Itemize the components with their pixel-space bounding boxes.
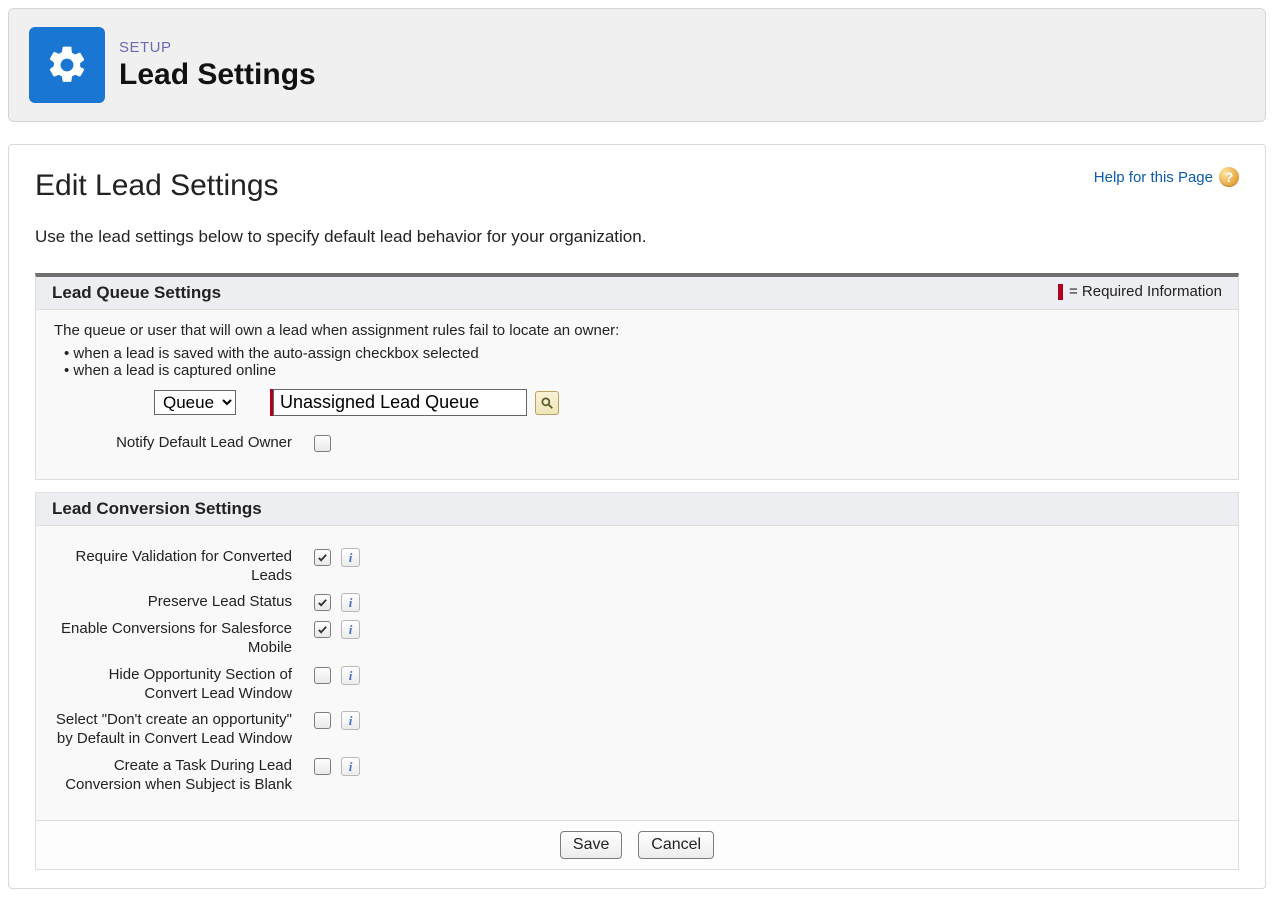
conversion-row: Require Validation for Converted Leads i [54, 544, 1220, 590]
save-button[interactable]: Save [560, 831, 622, 859]
page-title: Edit Lead Settings [35, 169, 279, 203]
conversion-label: Hide Opportunity Section of Convert Lead… [54, 662, 292, 708]
header-eyebrow: SETUP [119, 39, 316, 56]
lead-queue-settings-section: Lead Queue Settings = Required Informati… [35, 273, 1239, 480]
conversion-row: Preserve Lead Status i [54, 589, 1220, 616]
conversion-checkbox[interactable] [314, 667, 331, 684]
lead-conversion-settings-section: Lead Conversion Settings Require Validat… [35, 492, 1239, 822]
notify-default-owner-checkbox[interactable] [314, 435, 331, 452]
info-icon[interactable]: i [341, 548, 360, 567]
help-for-this-page-link[interactable]: Help for this Page ? [1094, 167, 1239, 187]
setup-header: SETUP Lead Settings [8, 8, 1266, 122]
intro-text: Use the lead settings below to specify d… [35, 227, 1239, 247]
conversion-label: Require Validation for Converted Leads [54, 544, 292, 590]
info-icon[interactable]: i [341, 757, 360, 776]
conversion-label: Enable Conversions for Salesforce Mobile [54, 616, 292, 662]
conversion-label: Create a Task During Lead Conversion whe… [54, 753, 292, 799]
conversion-checkbox[interactable] [314, 549, 331, 566]
help-link-text: Help for this Page [1094, 169, 1213, 186]
header-title: Lead Settings [119, 58, 316, 92]
content-card: Edit Lead Settings Help for this Page ? … [8, 144, 1266, 889]
conversion-label: Preserve Lead Status [54, 589, 292, 616]
help-icon: ? [1219, 167, 1239, 187]
required-legend: = Required Information [1058, 283, 1222, 300]
required-indicator-icon [1058, 284, 1063, 300]
info-icon[interactable]: i [341, 620, 360, 639]
owner-lookup-button[interactable] [535, 391, 559, 415]
button-bar: Save Cancel [35, 821, 1239, 870]
owner-type-select[interactable]: Queue [154, 390, 236, 415]
cancel-button[interactable]: Cancel [638, 831, 714, 859]
section-header-conversion: Lead Conversion Settings [36, 493, 1238, 526]
conversion-checkbox[interactable] [314, 621, 331, 638]
conversion-checkbox[interactable] [314, 594, 331, 611]
conversion-checkbox[interactable] [314, 712, 331, 729]
queue-desc: The queue or user that will own a lead w… [54, 322, 1220, 339]
conversion-row: Enable Conversions for Salesforce Mobile… [54, 616, 1220, 662]
section-header-queue: Lead Queue Settings = Required Informati… [36, 277, 1238, 310]
required-legend-text: = Required Information [1069, 283, 1222, 300]
conversion-label: Select "Don't create an opportunity" by … [54, 707, 292, 753]
conversion-checkbox[interactable] [314, 758, 331, 775]
info-icon[interactable]: i [341, 711, 360, 730]
notify-default-owner-label: Notify Default Lead Owner [54, 430, 292, 457]
owner-name-input[interactable] [273, 389, 527, 416]
queue-bullet-2: • when a lead is captured online [64, 362, 1220, 379]
conversion-row: Hide Opportunity Section of Convert Lead… [54, 662, 1220, 708]
conversion-row: Create a Task During Lead Conversion whe… [54, 753, 1220, 799]
section-header-queue-text: Lead Queue Settings [52, 283, 221, 302]
info-icon[interactable]: i [341, 666, 360, 685]
gear-icon [29, 27, 105, 103]
conversion-row: Select "Don't create an opportunity" by … [54, 707, 1220, 753]
queue-bullet-1: • when a lead is saved with the auto-ass… [64, 345, 1220, 362]
info-icon[interactable]: i [341, 593, 360, 612]
